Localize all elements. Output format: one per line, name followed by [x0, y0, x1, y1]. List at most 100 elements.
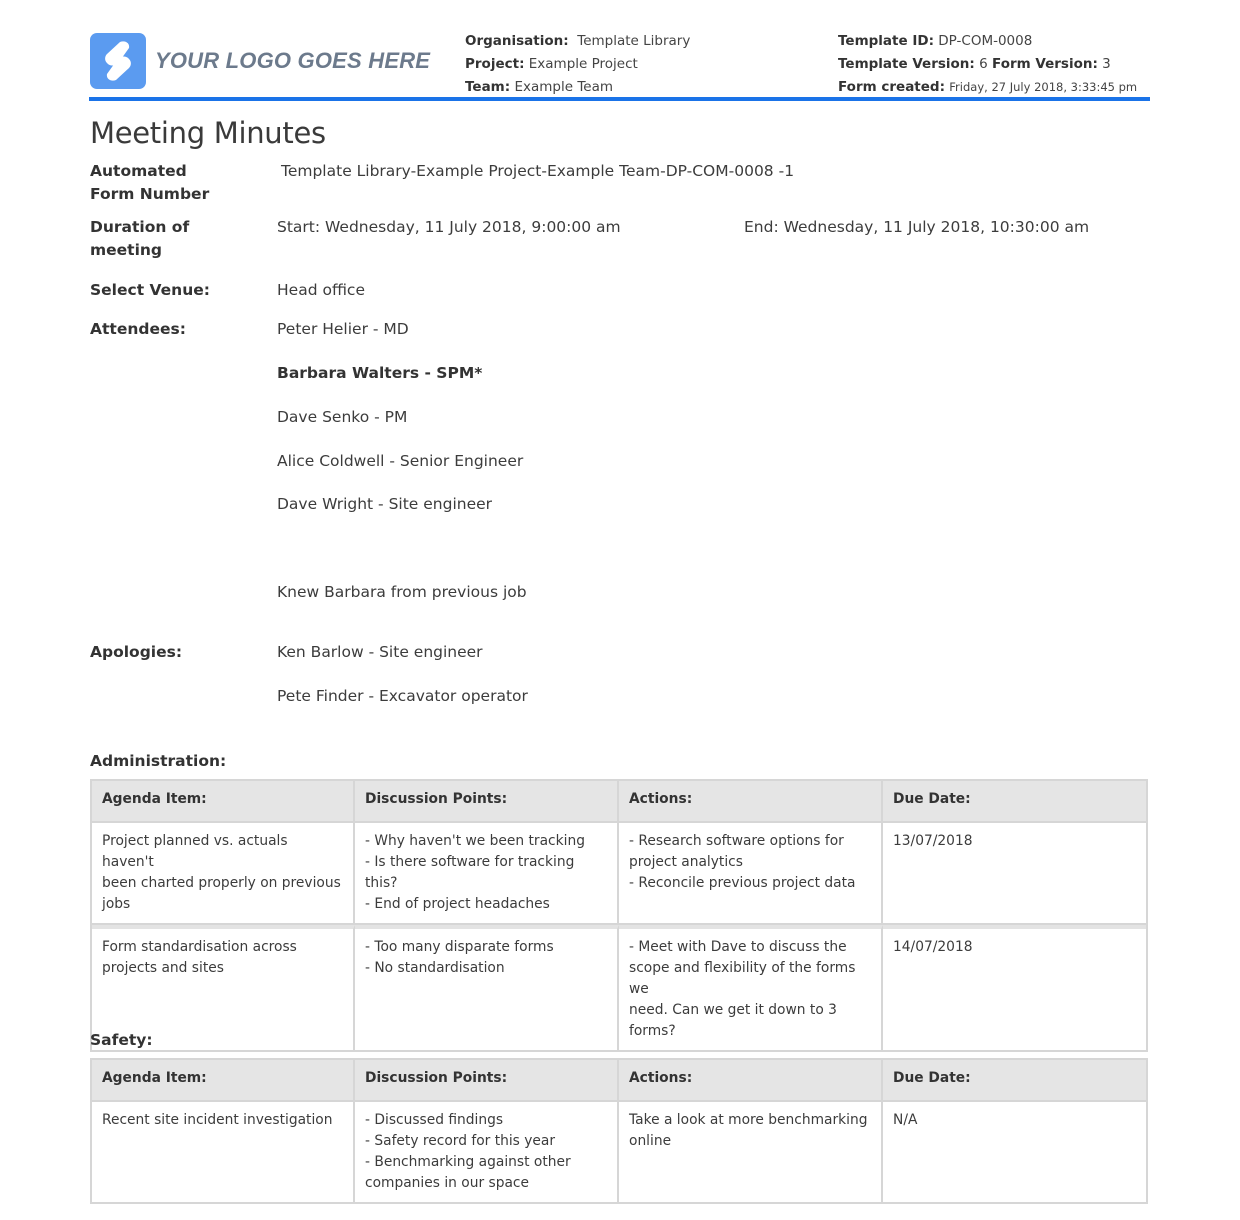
- header-divider: [89, 97, 1150, 101]
- duration-start: Start: Wednesday, 11 July 2018, 9:00:00 …: [277, 218, 621, 236]
- attendee-item: Peter Helier - MD: [277, 320, 409, 338]
- apology-item: Pete Finder - Excavator operator: [277, 687, 528, 705]
- template-id-value: DP-COM-0008: [938, 33, 1033, 49]
- form-version-value: 3: [1102, 56, 1111, 72]
- duration-label: Duration of meeting: [90, 216, 189, 262]
- cell-text: project analytics: [629, 854, 743, 870]
- organisation-label: Organisation:: [465, 33, 569, 49]
- company-logo: YOUR LOGO GOES HERE: [90, 33, 430, 89]
- cell-text: - Benchmarking against other: [365, 1154, 571, 1170]
- table-header-row: Agenda Item: Discussion Points: Actions:…: [92, 781, 1146, 823]
- agenda-cell: Recent site incident investigation: [92, 1102, 355, 1202]
- actions-cell: Take a look at more benchmarking online: [619, 1102, 883, 1202]
- cell-text: Take a look at more benchmarking: [629, 1112, 868, 1128]
- attendees-note: Knew Barbara from previous job: [277, 583, 527, 601]
- cell-text: been charted properly on previous: [102, 875, 341, 891]
- attendee-item: Barbara Walters - SPM*: [277, 364, 483, 382]
- cell-text: - Why haven't we been tracking: [365, 833, 585, 849]
- due-date-cell: 13/07/2018: [883, 823, 1146, 925]
- cell-text: projects and sites: [102, 960, 224, 976]
- cell-text: - No standardisation: [365, 960, 505, 976]
- column-header-discussion: Discussion Points:: [355, 781, 619, 823]
- form-number-label-line2: Form Number: [90, 185, 210, 203]
- project-value: Example Project: [528, 56, 638, 72]
- attendee-item: Dave Senko - PM: [277, 408, 408, 426]
- due-date-cell: N/A: [883, 1102, 1146, 1202]
- page-title: Meeting Minutes: [90, 116, 326, 150]
- template-version-value: 6: [979, 56, 988, 72]
- duration-label-line2: meeting: [90, 241, 163, 259]
- agenda-cell: Project planned vs. actuals haven't been…: [92, 823, 355, 925]
- column-header-actions: Actions:: [619, 1060, 883, 1102]
- version-row: Template Version: 6 Form Version: 3: [838, 53, 1137, 76]
- cell-text: - End of project headaches: [365, 896, 550, 912]
- cell-text: need. Can we get it down to 3: [629, 1002, 837, 1018]
- column-header-agenda: Agenda Item:: [92, 1060, 355, 1102]
- cell-text: Recent site incident investigation: [102, 1112, 333, 1128]
- cell-text: - Meet with Dave to discuss the: [629, 939, 847, 955]
- column-header-agenda: Agenda Item:: [92, 781, 355, 823]
- cell-text: - Research software options for: [629, 833, 844, 849]
- project-label: Project:: [465, 56, 525, 72]
- cell-text: Form standardisation across: [102, 939, 297, 955]
- due-date-cell: 14/07/2018: [883, 925, 1146, 1050]
- safety-section-title: Safety:: [90, 1031, 153, 1049]
- team-label: Team:: [465, 79, 511, 95]
- apology-item: Ken Barlow - Site engineer: [277, 643, 483, 661]
- table-header-row: Agenda Item: Discussion Points: Actions:…: [92, 1060, 1146, 1102]
- apologies-label: Apologies:: [90, 643, 183, 661]
- venue-label: Select Venue:: [90, 281, 210, 299]
- cell-text: forms?: [629, 1023, 676, 1039]
- discussion-cell: - Why haven't we been tracking - Is ther…: [355, 823, 619, 925]
- attendees-label: Attendees:: [90, 320, 186, 338]
- table-row: Project planned vs. actuals haven't been…: [92, 823, 1146, 925]
- cell-text: companies in our space: [365, 1175, 529, 1191]
- project-row: Project: Example Project: [465, 53, 690, 76]
- form-created-row: Form created: Friday, 27 July 2018, 3:33…: [838, 76, 1137, 99]
- logo-text: YOUR LOGO GOES HERE: [155, 48, 431, 73]
- administration-section-title: Administration:: [90, 752, 227, 770]
- administration-table: Agenda Item: Discussion Points: Actions:…: [90, 779, 1148, 1052]
- team-value: Example Team: [514, 79, 613, 95]
- discussion-cell: - Too many disparate forms - No standard…: [355, 925, 619, 1050]
- template-id-row: Template ID: DP-COM-0008: [838, 30, 1137, 53]
- cell-text: - Too many disparate forms: [365, 939, 554, 955]
- table-row: Form standardisation across projects and…: [92, 925, 1146, 1050]
- form-number-value: Template Library-Example Project-Example…: [281, 162, 795, 180]
- form-created-label: Form created:: [838, 79, 945, 95]
- attendee-item: Dave Wright - Site engineer: [277, 495, 493, 513]
- logo-icon: [90, 33, 146, 89]
- template-version-label: Template Version:: [838, 56, 975, 72]
- header-meta-org: Organisation: Template Library Project: …: [465, 30, 690, 99]
- actions-cell: - Research software options for project …: [619, 823, 883, 925]
- duration-end: End: Wednesday, 11 July 2018, 10:30:00 a…: [744, 218, 1090, 236]
- document-header: YOUR LOGO GOES HERE Organisation: Templa…: [90, 30, 1150, 100]
- cell-text: Project planned vs. actuals haven't: [102, 833, 288, 870]
- discussion-cell: - Discussed findings - Safety record for…: [355, 1102, 619, 1202]
- safety-table: Agenda Item: Discussion Points: Actions:…: [90, 1058, 1148, 1204]
- cell-text: online: [629, 1133, 672, 1149]
- form-version-label: Form Version:: [992, 56, 1098, 72]
- form-number-label-line1: Automated: [90, 162, 187, 180]
- form-number-label: Automated Form Number: [90, 160, 209, 206]
- table-row: Recent site incident investigation - Dis…: [92, 1102, 1146, 1202]
- duration-label-line1: Duration of: [90, 218, 190, 236]
- attendee-item: Alice Coldwell - Senior Engineer: [277, 452, 524, 470]
- column-header-actions: Actions:: [619, 781, 883, 823]
- column-header-due-date: Due Date:: [883, 1060, 1146, 1102]
- template-id-label: Template ID:: [838, 33, 934, 49]
- cell-text: jobs: [102, 896, 131, 912]
- cell-text: - Discussed findings: [365, 1112, 504, 1128]
- column-header-due-date: Due Date:: [883, 781, 1146, 823]
- cell-text: - Reconcile previous project data: [629, 875, 856, 891]
- cell-text: - Is there software for tracking this?: [365, 854, 575, 891]
- form-created-value: Friday, 27 July 2018, 3:33:45 pm: [949, 80, 1138, 94]
- actions-cell: - Meet with Dave to discuss the scope an…: [619, 925, 883, 1050]
- organisation-row: Organisation: Template Library: [465, 30, 690, 53]
- header-meta-template: Template ID: DP-COM-0008 Template Versio…: [838, 30, 1137, 99]
- venue-value: Head office: [277, 281, 365, 299]
- column-header-discussion: Discussion Points:: [355, 1060, 619, 1102]
- team-row: Team: Example Team: [465, 76, 690, 99]
- organisation-value: Template Library: [577, 33, 691, 49]
- cell-text: scope and flexibility of the forms we: [629, 960, 856, 997]
